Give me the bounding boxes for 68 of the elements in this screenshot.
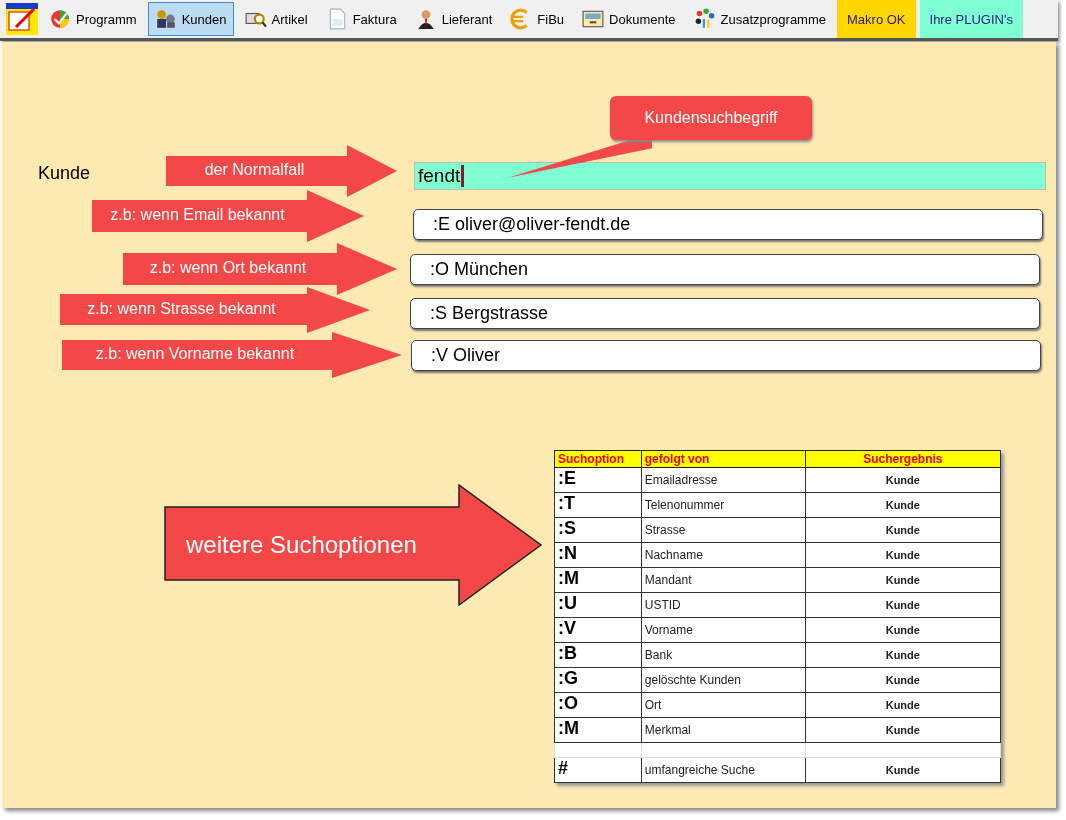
toolbar-icon <box>49 8 71 30</box>
toolbar-icon <box>582 8 605 30</box>
column-header: Suchergebnis <box>805 450 1001 468</box>
arrow-label: z.b: wenn Ort bekannt <box>149 259 307 277</box>
table-cell: Kunde <box>805 567 1001 593</box>
table-cell: Nachname <box>641 542 806 568</box>
toolbar-button[interactable]: Lieferant <box>407 2 500 36</box>
toolbar-icon <box>154 8 177 30</box>
field-label: Kunde <box>38 163 91 184</box>
table-cell: Kunde <box>805 492 1001 518</box>
arrow-label: z.b: wenn Email bekannt <box>110 206 285 224</box>
table-cell: umfangreiche Suche <box>641 757 806 783</box>
arrow-label: z.b: wenn Strasse bekannt <box>87 299 276 318</box>
toolbar-button[interactable]: Makro OK <box>837 0 916 38</box>
column-header: Suchoption <box>554 450 642 468</box>
table-cell: :V <box>554 617 642 643</box>
table-cell: Kunde <box>805 667 1001 693</box>
toolbar-button[interactable]: Programm <box>42 2 144 36</box>
table-cell: Mandant <box>641 567 806 593</box>
table-cell: :E <box>554 467 642 493</box>
toolbar-button[interactable]: Kunden <box>147 2 234 36</box>
table-cell: Ort <box>641 692 806 718</box>
table-cell: :B <box>554 642 642 668</box>
table-cell: Kunde <box>805 617 1001 643</box>
table-cell: USTID <box>641 592 806 618</box>
toolbar-button[interactable]: Artikel <box>237 2 315 36</box>
table-cell: Strasse <box>641 517 806 543</box>
table-cell: Kunde <box>805 592 1001 618</box>
table-cell: Kunde <box>805 757 1001 783</box>
table-cell: :O <box>554 692 642 718</box>
example-field: :V Oliver <box>411 340 1041 371</box>
table-cell: Kunde <box>805 717 1001 743</box>
table-cell: Kunde <box>805 692 1001 718</box>
table-cell: :N <box>554 542 642 568</box>
toolbar-button[interactable]: FiBu <box>503 2 572 36</box>
table-cell: Vorname <box>641 617 806 643</box>
arrow-label: weitere Suchoptionen <box>186 531 417 559</box>
callout: Kundensuchbegriff <box>610 96 812 140</box>
table-cell: :M <box>554 717 642 743</box>
example-field: :S Bergstrasse <box>410 298 1040 329</box>
table-cell: # <box>554 757 642 783</box>
table-cell: Kunde <box>805 517 1001 543</box>
table-cell: Bank <box>641 642 806 668</box>
toolbar-icon <box>693 8 716 30</box>
table-cell: gelöschte Kunden <box>641 667 806 693</box>
table-cell: Telenonummer <box>641 492 806 518</box>
text-cursor <box>461 165 465 187</box>
app-logo-icon[interactable] <box>6 3 38 35</box>
toolbar-button[interactable]: Dokumente <box>575 2 683 36</box>
table-cell: :T <box>554 492 642 518</box>
table-cell: :M <box>554 567 642 593</box>
table-cell: Merkmal <box>641 717 806 743</box>
table-cell: :S <box>554 517 642 543</box>
table-cell: Kunde <box>805 467 1001 493</box>
table-cell: Kunde <box>805 542 1001 568</box>
table-cell: Emailadresse <box>641 467 806 493</box>
toolbar-button[interactable]: Faktura <box>318 2 404 36</box>
table-cell: :G <box>554 667 642 693</box>
search-field[interactable]: fendt <box>414 162 1046 190</box>
table-cell: Kunde <box>805 642 1001 668</box>
table-cell: :U <box>554 592 642 618</box>
example-field: :E oliver@oliver-fendt.de <box>413 209 1043 240</box>
arrow-label: z.b: wenn Vorname bekannt <box>95 345 295 363</box>
example-field: :O München <box>410 254 1040 285</box>
toolbar-button[interactable]: Ihre PLUGIN's <box>919 0 1023 38</box>
toolbar-button[interactable]: Zusatzprogramme <box>686 2 833 36</box>
arrow-label: der Normalfall <box>204 161 305 179</box>
column-header: gefolgt von <box>641 450 806 468</box>
